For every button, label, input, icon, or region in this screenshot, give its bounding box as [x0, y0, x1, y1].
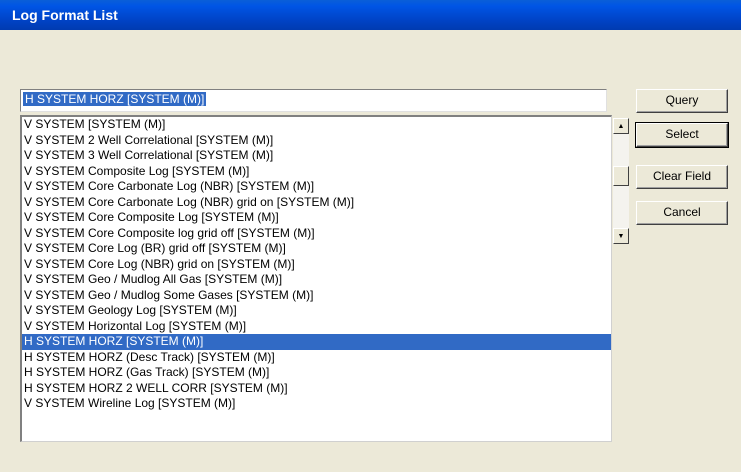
- list-scrollbar[interactable]: ▲ ▼: [613, 118, 629, 244]
- clear-field-button[interactable]: Clear Field: [636, 165, 728, 189]
- list-item[interactable]: H SYSTEM HORZ [SYSTEM (M)]: [22, 334, 611, 350]
- list-item[interactable]: H SYSTEM HORZ 2 WELL CORR [SYSTEM (M)]: [22, 381, 611, 397]
- scroll-up-button[interactable]: ▲: [613, 118, 629, 134]
- list-item[interactable]: V SYSTEM 2 Well Correlational [SYSTEM (M…: [22, 133, 611, 149]
- list-item[interactable]: V SYSTEM Composite Log [SYSTEM (M)]: [22, 164, 611, 180]
- list-item[interactable]: V SYSTEM Core Carbonate Log (NBR) grid o…: [22, 195, 611, 211]
- scroll-thumb[interactable]: [613, 166, 629, 186]
- list-item[interactable]: V SYSTEM Wireline Log [SYSTEM (M)]: [22, 396, 611, 412]
- list-item[interactable]: V SYSTEM Horizontal Log [SYSTEM (M)]: [22, 319, 611, 335]
- window-title: Log Format List: [12, 7, 118, 23]
- arrow-up-icon: ▲: [617, 122, 625, 130]
- list-item[interactable]: V SYSTEM Core Carbonate Log (NBR) [SYSTE…: [22, 179, 611, 195]
- log-format-input[interactable]: H SYSTEM HORZ [SYSTEM (M)]: [20, 89, 607, 112]
- cancel-button[interactable]: Cancel: [636, 201, 728, 225]
- list-item[interactable]: V SYSTEM Core Log (NBR) grid on [SYSTEM …: [22, 257, 611, 273]
- list-item[interactable]: V SYSTEM Geo / Mudlog Some Gases [SYSTEM…: [22, 288, 611, 304]
- input-selected-text: H SYSTEM HORZ [SYSTEM (M)]: [23, 92, 207, 106]
- scroll-down-button[interactable]: ▼: [613, 228, 629, 244]
- select-button[interactable]: Select: [635, 122, 729, 148]
- list-item[interactable]: H SYSTEM HORZ (Gas Track) [SYSTEM (M)]: [22, 365, 611, 381]
- list-item[interactable]: V SYSTEM Geology Log [SYSTEM (M)]: [22, 303, 611, 319]
- list-item[interactable]: V SYSTEM Core Composite log grid off [SY…: [22, 226, 611, 242]
- log-format-list: V SYSTEM [SYSTEM (M)] V SYSTEM 2 Well Cor…: [22, 117, 611, 412]
- list-item[interactable]: V SYSTEM [SYSTEM (M)]: [22, 117, 611, 133]
- query-button[interactable]: Query: [636, 89, 728, 113]
- title-bar[interactable]: Log Format List: [0, 0, 741, 30]
- list-item[interactable]: V SYSTEM Geo / Mudlog All Gas [SYSTEM (M…: [22, 272, 611, 288]
- list-item[interactable]: H SYSTEM HORZ (Desc Track) [SYSTEM (M)]: [22, 350, 611, 366]
- list-item[interactable]: V SYSTEM 3 Well Correlational [SYSTEM (M…: [22, 148, 611, 164]
- list-item[interactable]: V SYSTEM Core Composite Log [SYSTEM (M)]: [22, 210, 611, 226]
- arrow-down-icon: ▼: [617, 232, 625, 240]
- list-item[interactable]: V SYSTEM Core Log (BR) grid off [SYSTEM …: [22, 241, 611, 257]
- log-format-listbox[interactable]: V SYSTEM [SYSTEM (M)] V SYSTEM 2 Well Cor…: [20, 115, 612, 442]
